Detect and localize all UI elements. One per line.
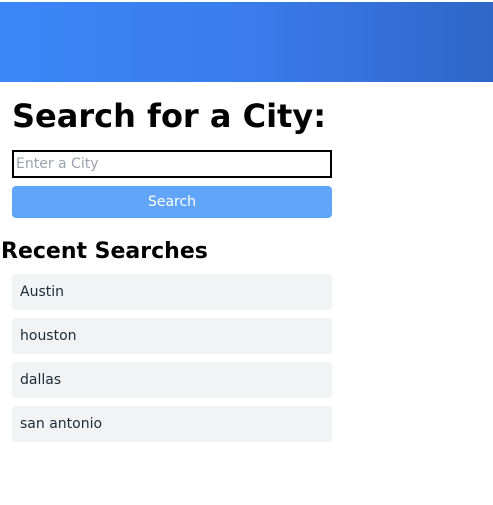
page-title: Search for a City:	[12, 97, 326, 135]
page: Search for a City: Search Recent Searche…	[0, 0, 493, 505]
recent-searches-title: Recent Searches	[1, 239, 208, 264]
recent-search-item-label: houston	[20, 328, 77, 344]
recent-search-item-label: san antonio	[20, 416, 103, 432]
recent-search-item-dallas[interactable]: dallas	[12, 362, 332, 398]
recent-search-item-austin[interactable]: Austin	[12, 274, 332, 310]
recent-search-item-san-antonio[interactable]: san antonio	[12, 406, 332, 442]
recent-search-item-label: Austin	[20, 284, 64, 300]
recent-searches-list: Austin houston dallas san antonio	[12, 274, 332, 450]
search-button[interactable]: Search	[12, 186, 332, 218]
header-banner	[0, 2, 493, 82]
recent-search-item-label: dallas	[20, 372, 62, 388]
recent-search-item-houston[interactable]: houston	[12, 318, 332, 354]
city-search-input[interactable]	[12, 150, 332, 178]
